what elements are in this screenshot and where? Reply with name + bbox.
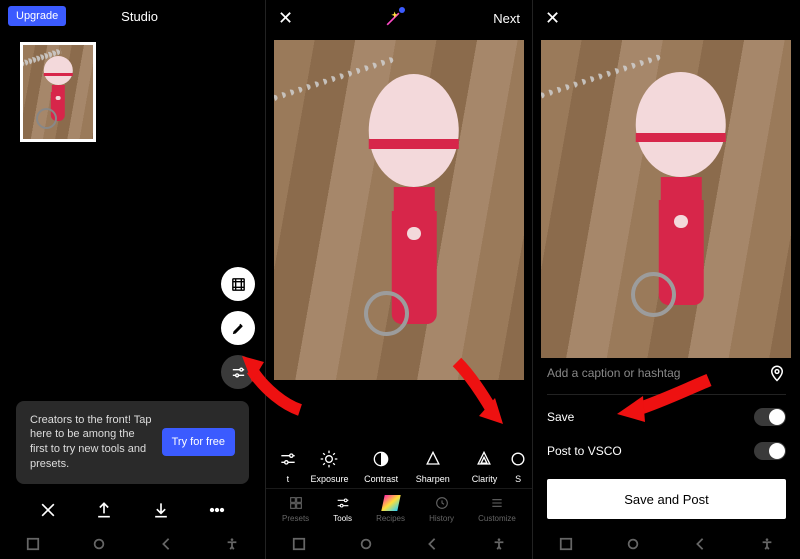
caption-row: Add a caption or hashtag xyxy=(547,364,786,382)
more-icon xyxy=(207,500,227,520)
tab-tools[interactable]: Tools xyxy=(333,495,352,523)
photo-preview[interactable] xyxy=(274,40,524,380)
close-button[interactable]: ✕ xyxy=(545,8,560,29)
tool-label: t xyxy=(287,474,290,484)
post-vsco-option: Post to VSCO xyxy=(547,442,786,460)
more-button[interactable] xyxy=(206,499,228,521)
next-button[interactable]: Next xyxy=(493,11,520,26)
home-icon[interactable] xyxy=(359,537,373,551)
tool-adjust[interactable]: t xyxy=(273,449,303,484)
recent-apps-icon[interactable] xyxy=(559,537,573,551)
tab-label: Customize xyxy=(478,514,516,523)
save-toggle[interactable] xyxy=(754,408,786,426)
save-option: Save xyxy=(547,408,786,426)
tab-label: Presets xyxy=(282,514,309,523)
tool-label: Clarity xyxy=(472,474,498,484)
clarity-icon xyxy=(474,449,494,469)
share-button[interactable] xyxy=(93,499,115,521)
editor-screen: ✕ Next t Exposure Contrast xyxy=(266,0,533,559)
accessibility-icon[interactable] xyxy=(492,537,506,551)
post-vsco-label: Post to VSCO xyxy=(547,444,622,458)
caption-input[interactable]: Add a caption or hashtag xyxy=(547,366,680,380)
close-icon xyxy=(38,500,58,520)
tool-clarity[interactable]: Clarity xyxy=(459,449,509,484)
tab-presets[interactable]: Presets xyxy=(282,495,309,523)
upgrade-button[interactable]: Upgrade xyxy=(8,6,66,26)
accessibility-icon[interactable] xyxy=(760,537,774,551)
back-icon[interactable] xyxy=(693,537,707,551)
home-icon[interactable] xyxy=(626,537,640,551)
close-button[interactable]: ✕ xyxy=(278,8,293,29)
recent-apps-icon[interactable] xyxy=(26,537,40,551)
tool-label: S xyxy=(515,474,521,484)
android-navbar xyxy=(266,529,532,559)
contrast-icon xyxy=(371,449,391,469)
post-screen: ✕ Add a caption or hashtag Save Post to … xyxy=(533,0,800,559)
photo-thumbnail[interactable] xyxy=(20,42,96,142)
customize-icon xyxy=(489,495,505,511)
tool-more[interactable]: S xyxy=(511,449,525,484)
history-icon xyxy=(434,495,450,511)
filmstrip-icon xyxy=(230,276,247,293)
sliders-icon xyxy=(278,449,298,469)
location-button[interactable] xyxy=(768,364,786,382)
back-icon[interactable] xyxy=(425,537,439,551)
tool-exposure[interactable]: Exposure xyxy=(304,449,354,484)
tab-customize[interactable]: Customize xyxy=(478,495,516,523)
filmstrip-button[interactable] xyxy=(221,267,255,301)
studio-action-bar xyxy=(0,491,265,529)
studio-header: Upgrade Studio xyxy=(0,0,265,32)
adjust-button[interactable] xyxy=(221,355,255,389)
promo-text: Creators to the front! Tap here to be am… xyxy=(30,413,152,472)
recent-apps-icon[interactable] xyxy=(292,537,306,551)
sharpen-icon xyxy=(423,449,443,469)
studio-title: Studio xyxy=(121,9,158,24)
presets-icon xyxy=(288,495,304,511)
download-icon xyxy=(151,500,171,520)
android-navbar xyxy=(533,529,800,559)
location-icon xyxy=(768,364,786,382)
tool-row: t Exposure Contrast Sharpen Clarity S xyxy=(266,449,532,484)
tab-recipes[interactable]: Recipes xyxy=(376,495,405,523)
android-navbar xyxy=(0,529,265,559)
post-vsco-toggle[interactable] xyxy=(754,442,786,460)
tab-history[interactable]: History xyxy=(429,495,454,523)
tab-label: History xyxy=(429,514,454,523)
close-button[interactable] xyxy=(37,499,59,521)
try-free-button[interactable]: Try for free xyxy=(162,428,235,456)
promo-banner: Creators to the front! Tap here to be am… xyxy=(16,401,249,484)
recipes-icon xyxy=(381,495,400,511)
editor-tabs: Presets Tools Recipes History Customize xyxy=(266,488,532,529)
post-header: ✕ xyxy=(533,0,800,37)
download-button[interactable] xyxy=(150,499,172,521)
photo-preview xyxy=(541,40,791,358)
sat-icon xyxy=(511,449,525,469)
tools-icon xyxy=(335,495,351,511)
home-icon[interactable] xyxy=(92,537,106,551)
tool-contrast[interactable]: Contrast xyxy=(356,449,406,484)
tool-label: Contrast xyxy=(364,474,398,484)
tab-label: Recipes xyxy=(376,514,405,523)
accessibility-icon[interactable] xyxy=(225,537,239,551)
studio-dropdown[interactable]: Studio xyxy=(121,9,162,24)
tool-label: Sharpen xyxy=(416,474,450,484)
exposure-icon xyxy=(319,449,339,469)
studio-screen: Upgrade Studio Creators to xyxy=(0,0,266,559)
sliders-icon xyxy=(230,364,247,381)
tool-label: Exposure xyxy=(310,474,348,484)
save-and-post-button[interactable]: Save and Post xyxy=(547,479,786,519)
edit-button[interactable] xyxy=(221,311,255,345)
magic-button[interactable] xyxy=(383,9,403,29)
share-icon xyxy=(94,500,114,520)
save-label: Save xyxy=(547,410,574,424)
tab-label: Tools xyxy=(333,514,352,523)
edit-icon xyxy=(230,320,247,337)
tool-sharpen[interactable]: Sharpen xyxy=(408,449,458,484)
notification-badge xyxy=(399,7,405,13)
divider xyxy=(547,394,786,395)
editor-header: ✕ Next xyxy=(266,0,532,37)
back-icon[interactable] xyxy=(159,537,173,551)
